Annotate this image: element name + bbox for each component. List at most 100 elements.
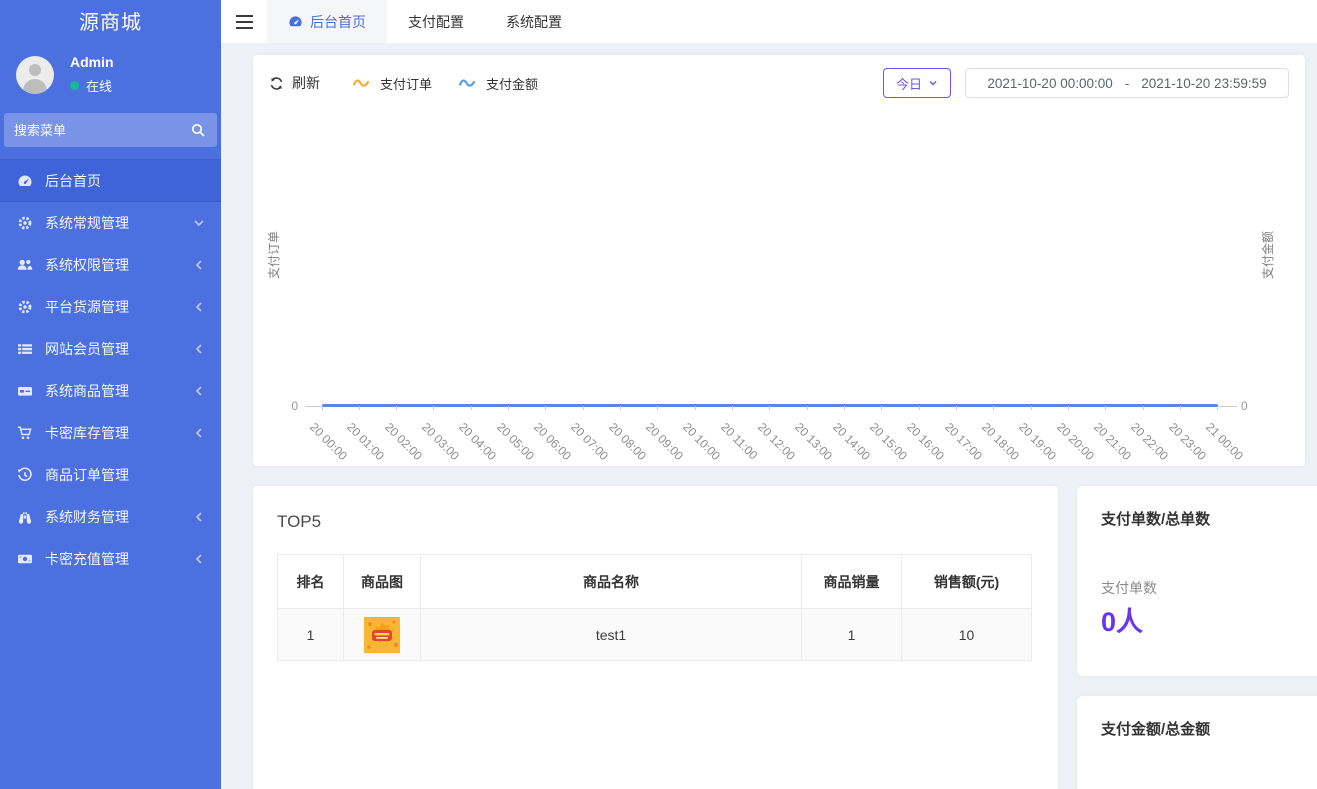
top5-table: 排名 商品图 商品名称 商品销量 销售额(元) 1 test1 1 10 <box>277 554 1032 661</box>
avatar-person-icon <box>29 64 41 76</box>
user-panel: Admin 在线 <box>0 42 221 105</box>
sidebar-item-card-stock[interactable]: 卡密库存管理 <box>0 412 221 454</box>
avatar <box>16 56 54 94</box>
sidebar-menu: 后台首页 系统常规管理 系统权限管理 平台货源管理 网站会员管理 系统商品管理 <box>0 159 221 580</box>
x-axis-label: 20 23:00 <box>1166 420 1209 463</box>
sidebar-item-permissions[interactable]: 系统权限管理 <box>0 244 221 286</box>
sidebar-item-system-general[interactable]: 系统常规管理 <box>0 202 221 244</box>
wave-icon <box>352 77 372 89</box>
chevron-left-icon <box>193 343 205 355</box>
search-input[interactable] <box>4 113 217 147</box>
sidebar-item-orders[interactable]: 商品订单管理 <box>0 454 221 496</box>
x-axis-label: 20 21:00 <box>1091 420 1134 463</box>
product-card-icon <box>17 383 35 399</box>
chevron-down-icon <box>193 217 205 229</box>
x-axis-label: 20 10:00 <box>680 420 723 463</box>
chevron-left-icon <box>193 427 205 439</box>
col-product-sales: 商品销量 <box>802 555 902 609</box>
cogs-icon <box>17 299 35 315</box>
x-axis-label: 20 07:00 <box>568 420 611 463</box>
legend-item-pay-amount[interactable]: 支付金额 <box>458 74 538 93</box>
wave-icon <box>458 77 478 89</box>
x-axis-label: 20 22:00 <box>1128 420 1171 463</box>
chevron-left-icon <box>193 553 205 565</box>
sidebar-item-products[interactable]: 系统商品管理 <box>0 370 221 412</box>
stat-card-title: 支付单数/总单数 <box>1101 508 1210 529</box>
date-start: 2021-10-20 00:00:00 <box>987 76 1112 91</box>
sidebar-item-finance[interactable]: 系统财务管理 <box>0 496 221 538</box>
date-range-preset-button[interactable]: 今日 <box>883 68 951 98</box>
refresh-icon <box>269 76 284 91</box>
x-axis-label: 20 17:00 <box>942 420 985 463</box>
stat-card-value: 0人 <box>1101 600 1143 639</box>
x-axis-label: 20 14:00 <box>830 420 873 463</box>
users-icon <box>17 257 35 273</box>
cell-rank: 1 <box>278 609 344 661</box>
x-axis-label: 20 09:00 <box>643 420 686 463</box>
tab-dashboard[interactable]: 后台首页 <box>267 0 387 43</box>
menu-search <box>4 113 217 147</box>
x-axis-label: 20 19:00 <box>1016 420 1059 463</box>
sidebar-item-supply[interactable]: 平台货源管理 <box>0 286 221 328</box>
chart-toolbar: 刷新 支付订单 支付金额 今日 2021-10-20 00:00:00 - 20… <box>269 68 1289 98</box>
hamburger-icon[interactable] <box>221 0 267 43</box>
chevron-left-icon <box>193 385 205 397</box>
date-separator: - <box>1125 76 1130 91</box>
tab-bar: 后台首页 支付配置 系统配置 <box>267 0 583 43</box>
x-axis-label: 20 04:00 <box>456 420 499 463</box>
tab-payment-config[interactable]: 支付配置 <box>387 0 485 43</box>
cell-product-name: test1 <box>421 609 802 661</box>
x-axis-label: 20 15:00 <box>867 420 910 463</box>
col-product-name: 商品名称 <box>421 555 802 609</box>
cogs-icon <box>17 215 35 231</box>
x-axis-label: 20 01:00 <box>344 420 387 463</box>
sidebar-item-card-recharge[interactable]: 卡密充值管理 <box>0 538 221 580</box>
top5-title: TOP5 <box>277 512 321 532</box>
caret-down-icon <box>928 78 938 88</box>
search-icon[interactable] <box>190 122 206 143</box>
history-icon <box>17 467 35 483</box>
main-content: 刷新 支付订单 支付金额 今日 2021-10-20 00:00:00 - 20… <box>221 43 1317 789</box>
x-axis-label: 20 18:00 <box>979 420 1022 463</box>
dashboard-icon <box>288 14 303 29</box>
x-axis-label: 20 00:00 <box>307 420 350 463</box>
cell-product-sales: 1 <box>802 609 902 661</box>
user-status-label: 在线 <box>86 76 112 95</box>
chevron-left-icon <box>193 259 205 271</box>
money-icon <box>17 551 35 567</box>
online-status-dot <box>70 81 79 90</box>
cart-icon <box>17 425 35 441</box>
col-rank: 排名 <box>278 555 344 609</box>
refresh-button[interactable]: 刷新 <box>269 73 320 93</box>
y-axis-tick-right: 0 <box>1241 399 1281 413</box>
y-axis-title-right: 支付金额 <box>1259 225 1273 285</box>
user-status: 在线 <box>70 76 114 95</box>
y-axis-tick-left: 0 <box>258 399 298 413</box>
list-icon <box>17 341 35 357</box>
chart-card: 刷新 支付订单 支付金额 今日 2021-10-20 00:00:00 - 20… <box>253 55 1305 466</box>
binoculars-icon <box>17 509 35 525</box>
sidebar-item-members[interactable]: 网站会员管理 <box>0 328 221 370</box>
date-end: 2021-10-20 23:59:59 <box>1141 76 1266 91</box>
top5-card: TOP5 排名 商品图 商品名称 商品销量 销售额(元) 1 test <box>253 486 1058 789</box>
x-axis-label: 20 02:00 <box>382 420 425 463</box>
tab-system-config[interactable]: 系统配置 <box>485 0 583 43</box>
stat-card-pay-amount: 支付金额/总金额 <box>1077 696 1317 789</box>
table-header-row: 排名 商品图 商品名称 商品销量 销售额(元) <box>278 555 1032 609</box>
stat-card-pay-count: 支付单数/总单数 支付单数 0人 <box>1077 486 1317 676</box>
x-axis-label: 20 16:00 <box>904 420 947 463</box>
legend-item-pay-orders[interactable]: 支付订单 <box>352 74 432 93</box>
x-axis-label: 20 13:00 <box>792 420 835 463</box>
cell-sales-amount: 10 <box>902 609 1032 661</box>
dashboard-icon <box>17 173 35 189</box>
x-axis-label: 20 05:00 <box>494 420 537 463</box>
x-axis-label: 21 00:00 <box>1203 420 1246 463</box>
sidebar-item-dashboard[interactable]: 后台首页 <box>0 160 221 202</box>
date-range-input[interactable]: 2021-10-20 00:00:00 - 2021-10-20 23:59:5… <box>965 68 1289 98</box>
stat-card-title: 支付金额/总金额 <box>1101 718 1210 739</box>
x-axis-label: 20 08:00 <box>606 420 649 463</box>
x-axis-label: 20 12:00 <box>755 420 798 463</box>
x-axis-label: 20 11:00 <box>718 420 760 462</box>
x-axis-label: 20 06:00 <box>531 420 574 463</box>
sidebar: 源商城 Admin 在线 后台首页 系统常规管理 系统权限管理 平台货源管理 <box>0 0 221 789</box>
